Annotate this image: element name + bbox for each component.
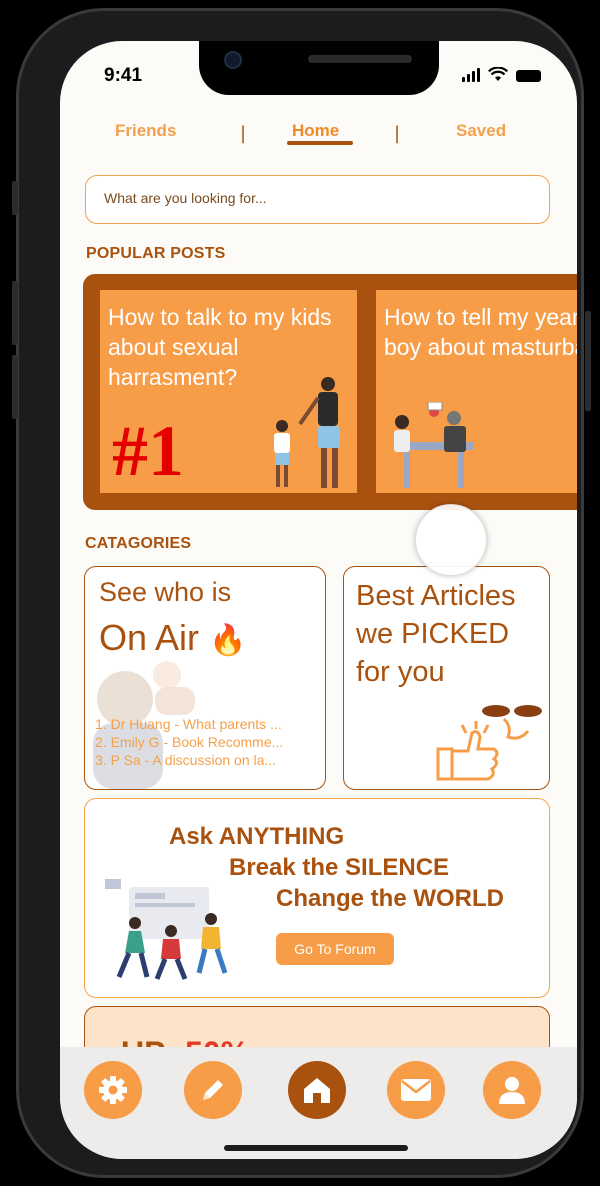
picked-articles-card[interactable]: Best Articles we PICKED for you — [343, 566, 550, 790]
forum-tagline: Ask ANYTHING — [169, 823, 345, 850]
popular-post-card[interactable]: How to tell my year old boy about mastur… — [376, 290, 577, 493]
profile-button[interactable] — [483, 1061, 541, 1119]
phone-frame: 9:41 Friends | Home | Saved What are you… — [12, 8, 591, 1178]
on-air-card[interactable]: See who is On Air 🔥 1. Dr Huang - What p… — [84, 566, 326, 790]
fire-icon: 🔥 — [209, 624, 247, 657]
popular-posts-heading: POPULAR POSTS — [86, 245, 226, 262]
post-rank: #1 — [112, 411, 184, 491]
tab-separator: | — [240, 123, 247, 144]
cellular-signal-icon — [462, 68, 480, 82]
forum-tagline: Break the SILENCE — [229, 854, 450, 881]
search-input[interactable]: What are you looking for... — [85, 175, 550, 224]
mail-icon — [401, 1079, 431, 1101]
status-icons — [462, 67, 541, 82]
forum-tagline: Change the WORLD — [276, 885, 504, 912]
thumbs-up-icon — [436, 705, 542, 781]
settings-button[interactable] — [84, 1061, 142, 1119]
mail-button[interactable] — [387, 1061, 445, 1119]
tab-saved[interactable]: Saved — [456, 121, 506, 141]
app-screen: 9:41 Friends | Home | Saved What are you… — [60, 41, 577, 1159]
power-button — [585, 311, 591, 411]
bottom-navigation — [60, 1047, 577, 1159]
tab-separator: | — [394, 123, 401, 144]
home-button[interactable] — [288, 1061, 346, 1119]
home-icon — [304, 1078, 330, 1103]
popular-posts-carousel[interactable]: How to talk to my kids about sexual harr… — [83, 274, 577, 510]
picked-articles-title: Best Articles we PICKED for you — [356, 580, 516, 688]
popular-post-card[interactable]: How to talk to my kids about sexual harr… — [100, 290, 357, 493]
on-air-label: On Air 🔥 — [99, 617, 247, 658]
front-camera — [224, 51, 242, 69]
profile-icon — [499, 1077, 525, 1104]
list-item[interactable]: 1. Dr Huang - What parents ... — [95, 715, 317, 733]
on-air-list: 1. Dr Huang - What parents ... 2. Emily … — [95, 715, 317, 769]
earpiece-speaker — [308, 55, 412, 63]
list-item[interactable]: 3. P Sa - A discussion on la... — [95, 751, 317, 769]
home-indicator — [224, 1145, 408, 1151]
tab-home[interactable]: Home — [292, 121, 339, 141]
tab-friends[interactable]: Friends — [115, 121, 176, 141]
people-illustration — [105, 879, 228, 980]
mute-switch — [12, 181, 18, 215]
forum-card[interactable]: Ask ANYTHING Break the SILENCE Change th… — [84, 798, 550, 998]
categories-heading: CATAGORIES — [85, 535, 192, 552]
battery-icon — [516, 70, 541, 82]
edit-icon — [203, 1080, 223, 1100]
volume-up-button — [12, 281, 18, 345]
active-tab-indicator — [287, 141, 353, 145]
family-table-illustration — [394, 402, 474, 488]
list-item[interactable]: 2. Emily G - Book Recomme... — [95, 733, 317, 751]
wifi-icon — [488, 67, 508, 81]
go-to-forum-button[interactable]: Go To Forum — [276, 933, 394, 965]
parent-child-illustration — [274, 377, 340, 488]
status-time: 9:41 — [104, 65, 143, 86]
post-title: How to tell my year old boy about mastur… — [384, 304, 577, 360]
on-air-title: See who is — [99, 577, 232, 607]
touch-indicator — [415, 504, 487, 576]
settings-icon — [99, 1076, 127, 1104]
edit-button[interactable] — [184, 1061, 242, 1119]
volume-down-button — [12, 355, 18, 419]
